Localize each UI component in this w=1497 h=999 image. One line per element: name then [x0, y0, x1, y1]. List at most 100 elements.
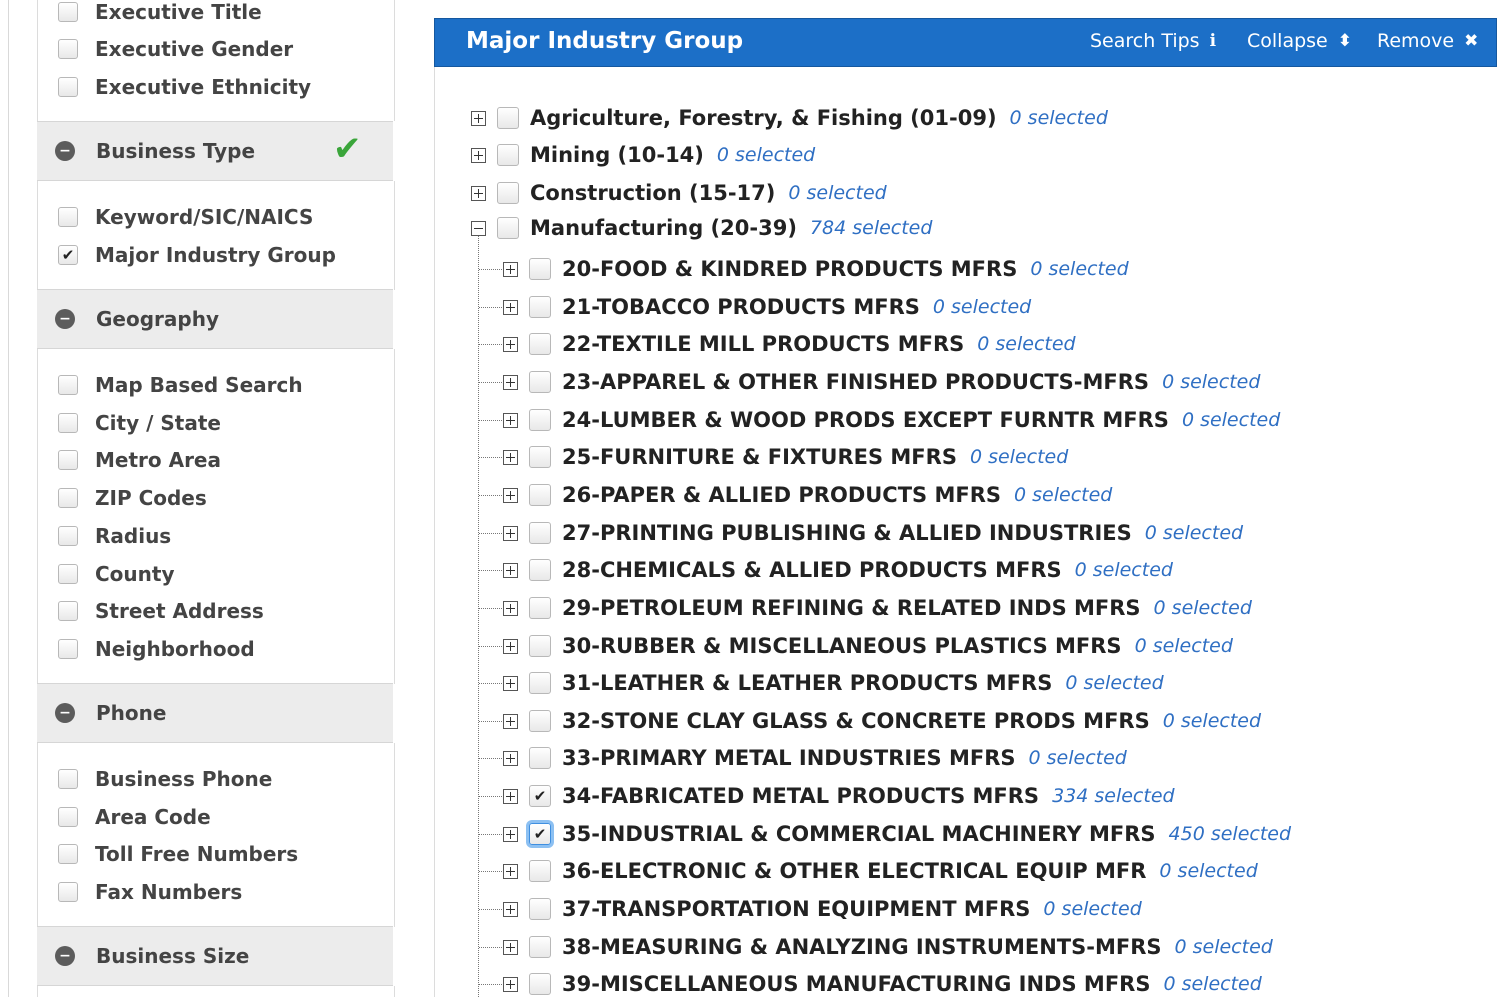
expand-plus-icon[interactable] — [503, 939, 518, 955]
checkbox[interactable] — [58, 413, 78, 433]
selected-count-link[interactable]: 334 selected — [1052, 785, 1175, 807]
filter-option[interactable]: Executive Title — [58, 0, 262, 26]
filter-option[interactable]: Radius — [58, 522, 171, 550]
filter-option[interactable]: Toll Free Numbers — [58, 840, 298, 868]
tree-row[interactable]: 37-TRANSPORTATION EQUIPMENT MFRS 0 select… — [503, 894, 1142, 924]
expand-plus-icon[interactable] — [471, 147, 486, 163]
checkbox[interactable] — [58, 2, 78, 22]
filter-option[interactable]: Area Code — [58, 803, 211, 831]
checkbox[interactable] — [58, 39, 78, 59]
expand-plus-icon[interactable] — [503, 525, 518, 541]
checkbox[interactable] — [58, 844, 78, 864]
checkbox[interactable] — [58, 601, 78, 621]
expand-plus-icon[interactable] — [503, 675, 518, 691]
checkbox[interactable] — [529, 258, 551, 280]
selected-count-link[interactable]: 0 selected — [1014, 484, 1112, 506]
checkbox[interactable] — [529, 296, 551, 318]
expand-plus-icon[interactable] — [503, 261, 518, 277]
checkbox[interactable] — [529, 635, 551, 657]
tree-row[interactable]: 26-PAPER & ALLIED PRODUCTS MFRS 0 selecte… — [503, 480, 1112, 510]
selected-count-link[interactable]: 0 selected — [1043, 898, 1141, 920]
checkbox[interactable] — [529, 522, 551, 544]
selected-count-link[interactable]: 0 selected — [1010, 107, 1108, 129]
collapse-circle-icon[interactable]: − — [55, 946, 75, 966]
search-tips-button[interactable]: Search Tips ℹ — [1090, 30, 1216, 52]
expand-plus-icon[interactable] — [503, 863, 518, 879]
filter-option[interactable]: Business Phone — [58, 765, 272, 793]
selected-count-link[interactable]: 0 selected — [1145, 522, 1243, 544]
filter-option[interactable]: City / State — [58, 409, 221, 437]
checkbox[interactable] — [497, 182, 519, 204]
filter-option[interactable]: ✔ Major Industry Group — [58, 241, 336, 269]
selected-count-link[interactable]: 0 selected — [1174, 936, 1272, 958]
filter-option[interactable]: Neighborhood — [58, 635, 255, 663]
selected-count-link[interactable]: 0 selected — [1029, 747, 1127, 769]
selected-count-link[interactable]: 0 selected — [933, 296, 1031, 318]
selected-count-link[interactable]: 0 selected — [1182, 409, 1280, 431]
collapse-minus-icon[interactable] — [471, 220, 486, 236]
filter-option[interactable]: Keyword/SIC/NAICS — [58, 203, 313, 231]
tree-row[interactable]: 30-RUBBER & MISCELLANEOUS PLASTICS MFRS 0… — [503, 631, 1233, 661]
section-header-geography[interactable]: − Geography — [37, 289, 393, 349]
tree-row[interactable]: 28-CHEMICALS & ALLIED PRODUCTS MFRS 0 sel… — [503, 555, 1173, 585]
expand-plus-icon[interactable] — [503, 788, 518, 804]
section-header-phone[interactable]: − Phone — [37, 683, 393, 743]
tree-row[interactable]: 20-FOOD & KINDRED PRODUCTS MFRS 0 selecte… — [503, 254, 1129, 284]
tree-row[interactable]: 22-TEXTILE MILL PRODUCTS MFRS 0 selected — [503, 329, 1076, 359]
selected-count-link[interactable]: 0 selected — [1075, 559, 1173, 581]
expand-plus-icon[interactable] — [503, 374, 518, 390]
selected-count-link[interactable]: 0 selected — [977, 333, 1075, 355]
filter-option[interactable]: Executive Ethnicity — [58, 73, 311, 101]
tree-row[interactable]: 32-STONE CLAY GLASS & CONCRETE PRODS MFR… — [503, 706, 1261, 736]
tree-row[interactable]: ✔ 35-INDUSTRIAL & COMMERCIAL MACHINERY MF… — [503, 819, 1291, 849]
checkbox[interactable] — [497, 144, 519, 166]
selected-count-link[interactable]: 0 selected — [788, 182, 886, 204]
expand-plus-icon[interactable] — [503, 562, 518, 578]
checkbox[interactable] — [497, 217, 519, 239]
selected-count-link[interactable]: 0 selected — [1159, 860, 1257, 882]
checkbox[interactable] — [529, 484, 551, 506]
checkbox[interactable] — [529, 559, 551, 581]
selected-count-link[interactable]: 0 selected — [1065, 672, 1163, 694]
expand-plus-icon[interactable] — [503, 901, 518, 917]
checkbox[interactable] — [497, 107, 519, 129]
checkbox[interactable] — [529, 446, 551, 468]
expand-plus-icon[interactable] — [503, 336, 518, 352]
checkbox-checked[interactable]: ✔ — [58, 245, 78, 265]
selected-count-link[interactable]: 450 selected — [1169, 823, 1292, 845]
expand-plus-icon[interactable] — [503, 299, 518, 315]
checkbox[interactable] — [58, 807, 78, 827]
checkbox[interactable] — [58, 77, 78, 97]
checkbox-checked[interactable]: ✔ — [529, 785, 551, 807]
selected-count-link[interactable]: 0 selected — [1163, 973, 1261, 995]
checkbox[interactable] — [58, 450, 78, 470]
tree-row[interactable]: Construction (15-17) 0 selected — [471, 178, 887, 208]
collapse-button[interactable]: Collapse ⬍ — [1247, 30, 1352, 52]
selected-count-link[interactable]: 784 selected — [810, 217, 933, 239]
checkbox[interactable] — [529, 710, 551, 732]
selected-count-link[interactable]: 0 selected — [1162, 371, 1260, 393]
filter-option[interactable]: Metro Area — [58, 446, 221, 474]
checkbox[interactable] — [529, 898, 551, 920]
checkbox[interactable] — [529, 747, 551, 769]
selected-count-link[interactable]: 0 selected — [970, 446, 1068, 468]
expand-plus-icon[interactable] — [503, 600, 518, 616]
checkbox[interactable] — [529, 936, 551, 958]
filter-option[interactable]: County — [58, 560, 175, 588]
tree-row[interactable]: 23-APPAREL & OTHER FINISHED PRODUCTS-MFR… — [503, 367, 1260, 397]
checkbox-checked[interactable]: ✔ — [529, 823, 551, 845]
tree-row[interactable]: 33-PRIMARY METAL INDUSTRIES MFRS 0 select… — [503, 743, 1127, 773]
expand-plus-icon[interactable] — [503, 976, 518, 992]
checkbox[interactable] — [529, 333, 551, 355]
collapse-circle-icon[interactable]: − — [55, 309, 75, 329]
tree-row[interactable]: Agriculture, Forestry, & Fishing (01-09)… — [471, 103, 1108, 133]
expand-plus-icon[interactable] — [503, 750, 518, 766]
filter-option[interactable]: Fax Numbers — [58, 878, 242, 906]
selected-count-link[interactable]: 0 selected — [1030, 258, 1128, 280]
tree-row[interactable]: 36-ELECTRONIC & OTHER ELECTRICAL EQUIP M… — [503, 856, 1258, 886]
tree-row[interactable]: 38-MEASURING & ANALYZING INSTRUMENTS-MFR… — [503, 932, 1273, 962]
checkbox[interactable] — [58, 639, 78, 659]
checkbox[interactable] — [58, 207, 78, 227]
section-header-business-type[interactable]: − Business Type ✔ — [37, 121, 393, 181]
collapse-circle-icon[interactable]: − — [55, 141, 75, 161]
